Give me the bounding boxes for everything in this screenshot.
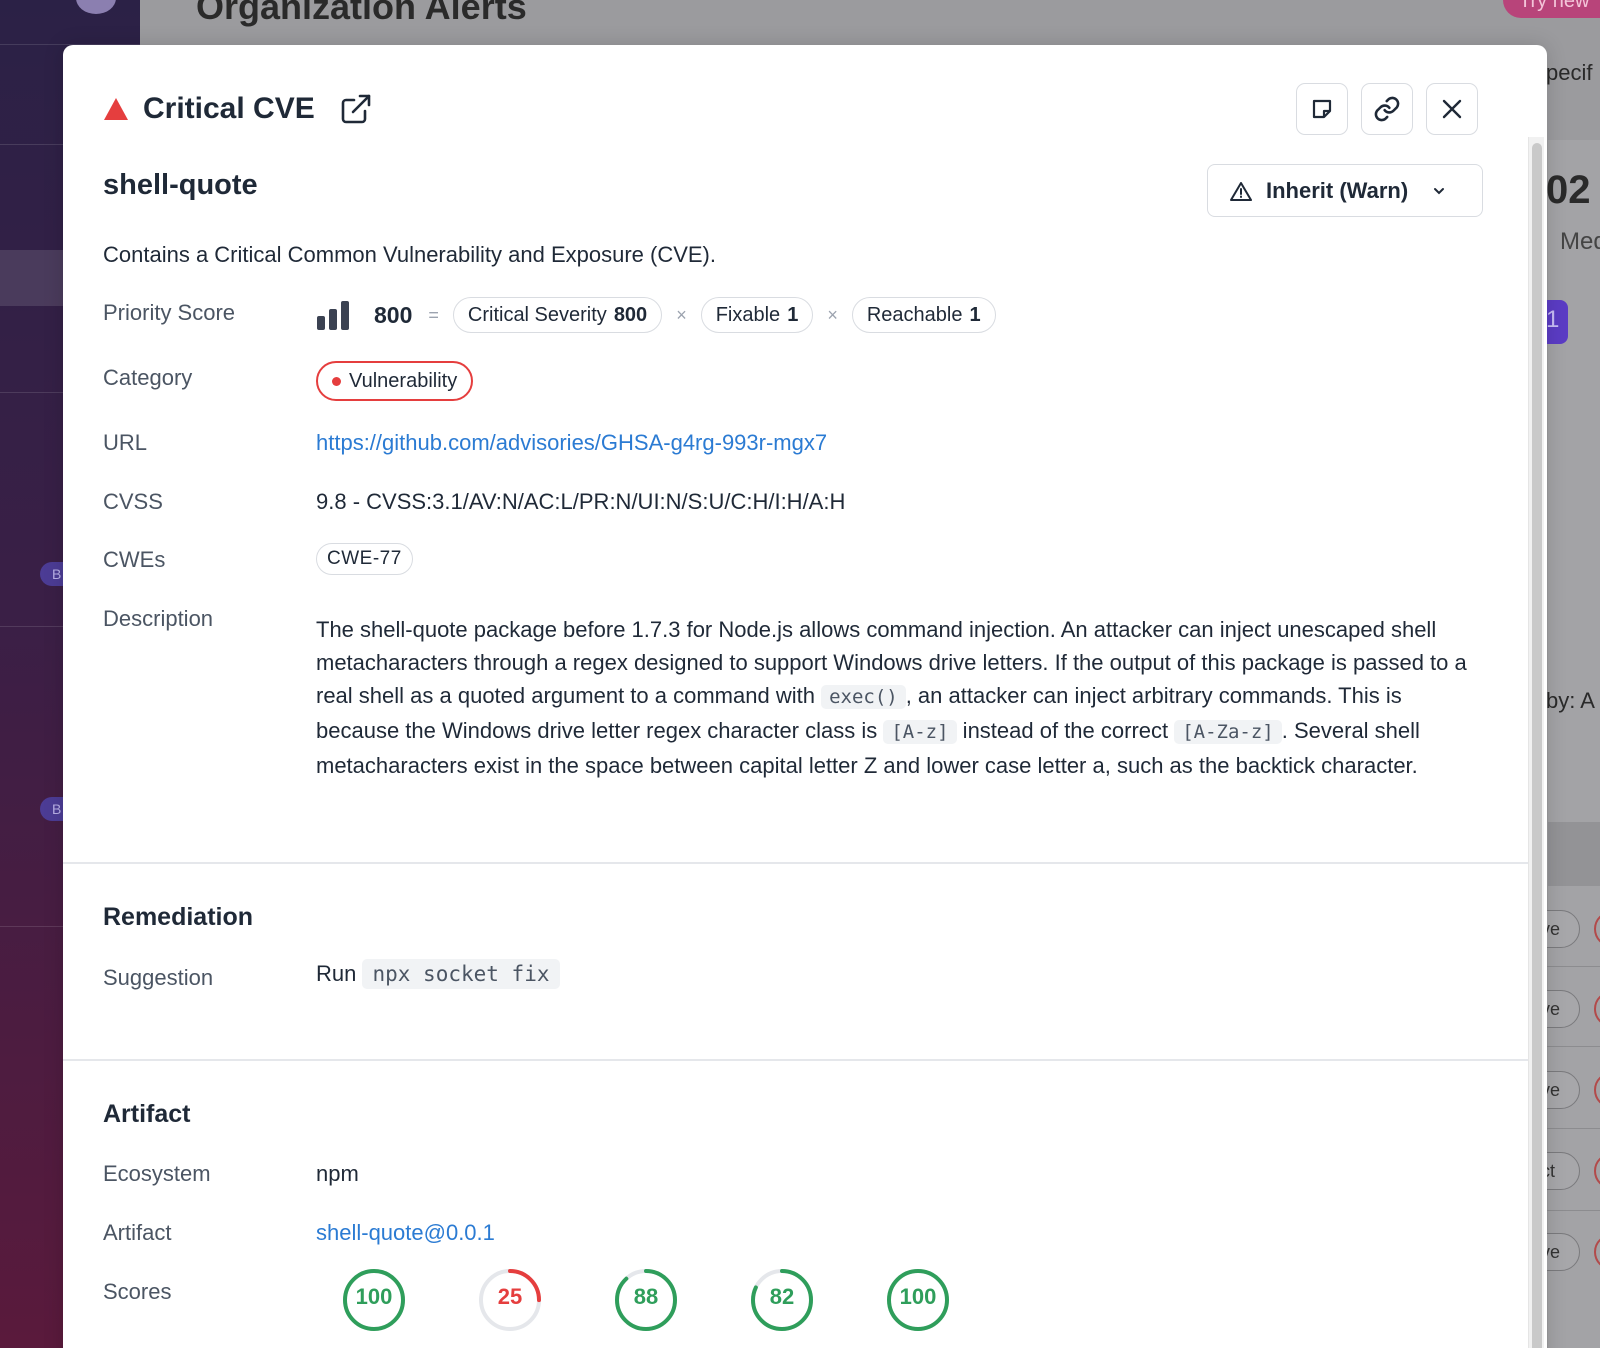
category-label: Category	[103, 365, 193, 390]
score-gauge[interactable]: 100	[342, 1268, 406, 1332]
section-divider	[63, 862, 1528, 864]
factor-chip: Fixable 1	[700, 297, 814, 333]
times-sign: ×	[676, 304, 687, 325]
section-divider	[63, 1059, 1528, 1061]
score-value: 88	[633, 1284, 659, 1309]
external-link-icon[interactable]	[339, 92, 373, 126]
run-text: Run	[316, 961, 357, 986]
priority-score-value: 800	[374, 301, 413, 328]
fix-command[interactable]: npx socket fix	[362, 959, 560, 989]
description-part: instead of the correct	[956, 718, 1175, 743]
equals-sign: =	[428, 304, 439, 325]
description-label: Description	[103, 606, 214, 631]
suggestion-value: Run npx socket fix	[316, 959, 560, 989]
background-fragment: 02	[1546, 168, 1591, 212]
score-value: 82	[769, 1284, 795, 1309]
category-text: Vulnerability	[349, 369, 458, 392]
artifact-label: Artifact	[103, 1220, 172, 1245]
sticky-note-icon	[1312, 99, 1332, 119]
score-gauge[interactable]: 82	[750, 1268, 814, 1332]
category-value: Vulnerability	[316, 361, 474, 401]
url-label: URL	[103, 430, 148, 455]
link-icon	[1374, 96, 1400, 122]
scores-label: Scores	[103, 1279, 172, 1304]
factor-label: Reachable	[866, 303, 963, 326]
try-new-button: Try new	[1503, 0, 1600, 18]
ecosystem-value: npm	[316, 1161, 359, 1186]
score-gauge[interactable]: 25	[478, 1268, 542, 1332]
factor-chip: Reachable 1	[851, 297, 996, 333]
background-row-divider	[1540, 1210, 1600, 1211]
remediation-title: Remediation	[103, 903, 254, 931]
factor-label: Critical Severity	[467, 303, 607, 326]
close-icon	[1442, 99, 1462, 119]
background-page-title: Organization Alerts	[196, 0, 527, 27]
avatar	[76, 0, 116, 14]
category-dot	[332, 376, 341, 386]
package-name: shell-quote	[103, 169, 258, 201]
score-value: 25	[497, 1284, 523, 1309]
background-row-divider	[1540, 1128, 1600, 1129]
warning-triangle-icon	[104, 98, 128, 120]
factor-value: 800	[613, 303, 648, 326]
suggestion-label: Suggestion	[103, 965, 214, 990]
priority-score-row: 800 = Critical Severity 800 × Fixable 1 × …	[316, 297, 996, 333]
signal-bars-icon	[317, 301, 349, 330]
background-table-header	[1548, 822, 1600, 886]
background-fragment: pecif	[1546, 60, 1593, 85]
advisory-url-link[interactable]: https://github.com/advisories/GHSA-g4rg-…	[316, 430, 827, 456]
factor-chip: Critical Severity 800	[452, 297, 663, 333]
factor-value: 1	[969, 303, 981, 326]
code-snippet: exec()	[821, 685, 906, 709]
category-chip: Vulnerability	[316, 361, 474, 401]
alert-summary: Contains a Critical Common Vulnerability…	[103, 242, 716, 267]
warning-icon	[1230, 181, 1252, 201]
copy-link-button[interactable]	[1361, 83, 1413, 135]
close-button[interactable]	[1426, 83, 1478, 135]
background-fragment: Med	[1560, 228, 1600, 255]
code-snippet: [A-Za-z]	[1174, 720, 1282, 744]
times-sign: ×	[827, 304, 838, 325]
cvss-value: 9.8 - CVSS:3.1/AV:N/AC:L/PR:N/UI:N/S:U/C…	[316, 489, 846, 514]
score-gauge[interactable]: 100	[886, 1268, 950, 1332]
code-snippet: [A-z]	[883, 720, 957, 744]
add-note-button[interactable]	[1296, 83, 1348, 135]
chevron-down-icon	[1434, 187, 1445, 194]
cwes-label: CWEs	[103, 547, 166, 572]
cvss-label: CVSS	[103, 489, 163, 514]
factor-value: 1	[787, 303, 799, 326]
ecosystem-label: Ecosystem	[103, 1161, 211, 1186]
alert-action-label: Inherit (Warn)	[1266, 177, 1409, 203]
factor-label: Fixable	[715, 303, 781, 326]
score-value: 100	[355, 1284, 393, 1309]
background-row-divider	[1540, 1046, 1600, 1047]
cwe-chip[interactable]: CWE-77	[316, 543, 413, 575]
alert-detail-modal: Critical CVE shell-quote Inherit (Warn)	[63, 45, 1547, 1348]
alert-action-select[interactable]: Inherit (Warn)	[1207, 164, 1483, 217]
modal-header: Critical CVE	[103, 89, 373, 129]
priority-score-label: Priority Score	[103, 300, 236, 325]
artifact-link[interactable]: shell-quote@0.0.1	[316, 1220, 495, 1246]
scrollbar-thumb[interactable]	[1532, 143, 1542, 1348]
alert-title: Critical CVE	[143, 92, 315, 125]
description-text: The shell-quote package before 1.7.3 for…	[316, 613, 1486, 782]
artifact-title: Artifact	[103, 1100, 191, 1128]
score-value: 100	[899, 1284, 937, 1309]
cwes-value: CWE-77	[316, 543, 413, 575]
score-gauge[interactable]: 88	[614, 1268, 678, 1332]
background-fragment: by: A	[1546, 688, 1595, 713]
scrollbar[interactable]	[1528, 137, 1544, 1348]
background-row-divider	[1540, 966, 1600, 967]
